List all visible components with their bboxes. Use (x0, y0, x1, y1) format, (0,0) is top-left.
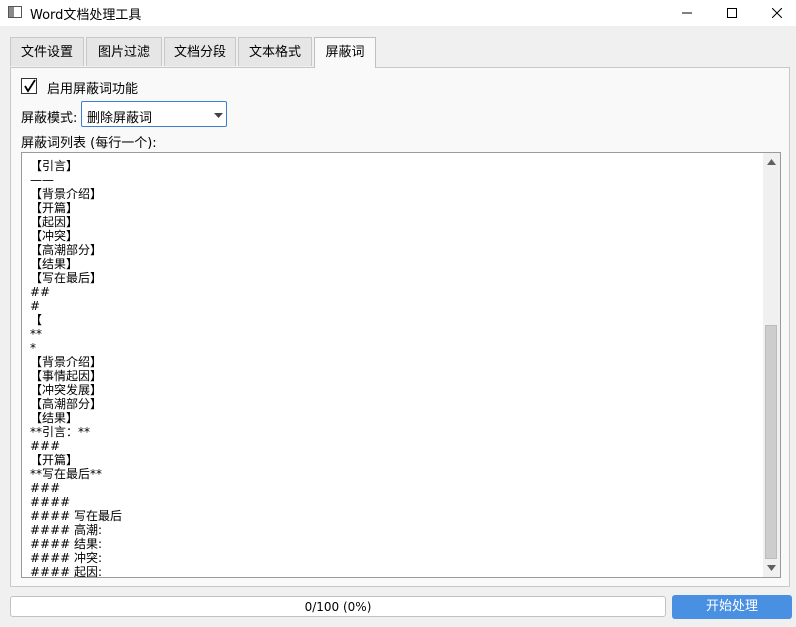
tab-block-words[interactable]: 屏蔽词 (314, 37, 376, 68)
checkmark-icon (24, 79, 36, 93)
scroll-down-icon[interactable] (767, 564, 776, 572)
close-icon (772, 8, 782, 18)
maximize-icon (727, 8, 737, 18)
maximize-button[interactable] (709, 0, 755, 26)
progress-text: 0/100 (0%) (304, 600, 372, 614)
block-mode-select[interactable]: 删除屏蔽词 (81, 101, 227, 127)
tab-image-filter[interactable]: 图片过滤 (86, 37, 162, 66)
block-mode-label: 屏蔽模式: (21, 111, 78, 126)
block-words-list-label: 屏蔽词列表 (每行一个): (21, 136, 157, 151)
block-mode-value: 删除屏蔽词 (87, 111, 153, 126)
title-bar: Word文档处理工具 (0, 0, 796, 26)
close-button[interactable] (754, 0, 796, 26)
block-words-textarea[interactable]: 【引言】 —— 【背景介绍】 【开篇】 【起因】 【冲突】 【高潮部分】 【结果… (21, 152, 781, 578)
block-words-text[interactable]: 【引言】 —— 【背景介绍】 【开篇】 【起因】 【冲突】 【高潮部分】 【结果… (30, 159, 750, 577)
vertical-scrollbar[interactable] (763, 153, 780, 577)
enable-block-words-checkbox[interactable] (21, 78, 37, 94)
minimize-icon (682, 12, 692, 14)
window-title: Word文档处理工具 (30, 8, 142, 23)
chevron-down-icon (214, 113, 223, 118)
app-window-icon (8, 6, 22, 18)
tab-doc-segment[interactable]: 文档分段 (164, 37, 236, 66)
start-processing-button[interactable]: 开始处理 (672, 595, 792, 619)
scroll-up-icon[interactable] (767, 158, 776, 166)
tab-bar: 文件设置 图片过滤 文档分段 文本格式 屏蔽词 (10, 37, 790, 68)
tab-text-format[interactable]: 文本格式 (238, 37, 312, 66)
enable-block-words-label: 启用屏蔽词功能 (47, 82, 139, 97)
block-words-panel: 启用屏蔽词功能 屏蔽模式: 删除屏蔽词 屏蔽词列表 (每行一个): 【引言】 —… (10, 67, 790, 587)
minimize-button[interactable] (664, 0, 710, 26)
scrollbar-thumb[interactable] (765, 325, 777, 559)
progress-bar: 0/100 (0%) (10, 596, 666, 617)
tab-file-settings[interactable]: 文件设置 (10, 37, 84, 66)
